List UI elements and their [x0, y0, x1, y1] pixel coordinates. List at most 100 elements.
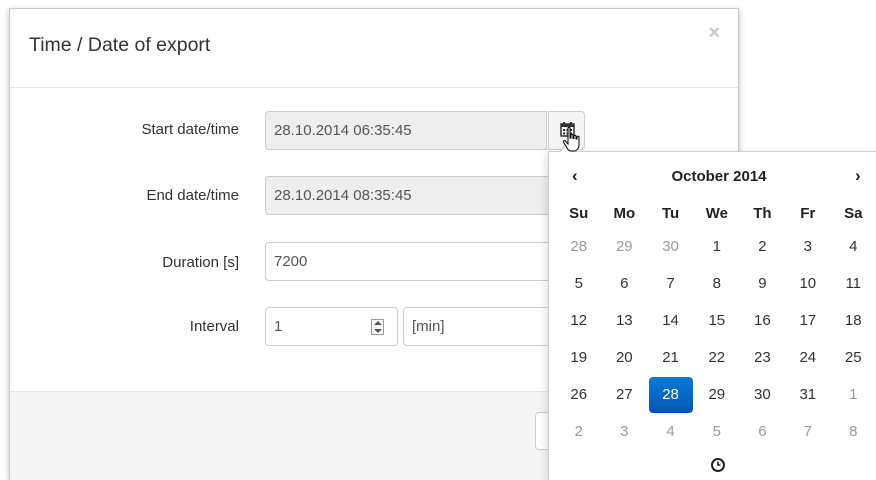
calendar-day-label: 2 [574, 423, 583, 440]
calendar-day[interactable]: 3 [785, 228, 830, 265]
calendar-day[interactable]: 1 [830, 376, 876, 413]
calendar-day[interactable]: 1 [694, 228, 740, 265]
calendar-day[interactable]: 3 [602, 413, 648, 450]
calendar-day-label: 18 [844, 312, 862, 329]
interval-number-input[interactable]: 1 [265, 307, 398, 346]
calendar-day-label: 17 [799, 312, 817, 329]
duration-input[interactable]: 7200 [265, 242, 565, 281]
calendar-day[interactable]: 5 [556, 265, 602, 302]
calendar-day[interactable]: 31 [785, 376, 830, 413]
end-date-input[interactable]: 28.10.2014 08:35:45 [265, 176, 565, 215]
calendar-day-label: 29 [708, 386, 726, 403]
interval-label: Interval [189, 318, 239, 335]
calendar-day-label: 7 [666, 275, 675, 292]
calendar-day[interactable]: 11 [830, 265, 876, 302]
calendar-day-label: 25 [844, 349, 862, 366]
calendar-day[interactable]: 21 [647, 339, 694, 376]
calendar-day[interactable]: 17 [785, 302, 830, 339]
calendar-day[interactable]: 29 [694, 376, 740, 413]
weekday-header: Th [753, 205, 772, 222]
calendar-week-row: 2 3 4 5 6 7 8 [556, 413, 876, 450]
calendar-day[interactable]: 4 [830, 228, 876, 265]
calendar-day[interactable]: 26 [556, 376, 602, 413]
calendar-day[interactable]: 6 [740, 413, 785, 450]
calendar-day[interactable]: 27 [602, 376, 648, 413]
calendar-day-label: 2 [758, 238, 767, 255]
calendar-body: 28 29 30 1 2 3 4 5 6 7 8 9 10 11 12 13 14 15 16 17 18 19 20 21 2… [556, 228, 876, 450]
calendar-day[interactable]: 15 [694, 302, 740, 339]
calendar-day[interactable]: 22 [694, 339, 740, 376]
spinner-arrows-icon[interactable] [371, 319, 384, 335]
calendar-day-label: 16 [754, 312, 771, 329]
calendar-day-label: 1 [849, 386, 858, 403]
datepicker-month-switch[interactable]: October 2014 [549, 168, 876, 185]
calendar-day-label: 12 [570, 312, 588, 329]
end-date-label: End date/time [146, 187, 239, 204]
weekday-header: Su [569, 205, 589, 222]
calendar-day-label: 7 [803, 423, 812, 440]
calendar-day[interactable]: 7 [785, 413, 830, 450]
start-date-label: Start date/time [141, 121, 239, 138]
calendar-day-label: 9 [758, 275, 767, 292]
calendar-day-label: 11 [845, 275, 862, 292]
calendar-day[interactable]: 9 [740, 265, 785, 302]
calendar-day[interactable]: 10 [785, 265, 830, 302]
start-date-input[interactable]: 28.10.2014 06:35:45 [265, 111, 547, 150]
calendar-day[interactable]: 18 [830, 302, 876, 339]
calendar-day-label: 8 [712, 275, 721, 292]
calendar-day[interactable]: 16 [740, 302, 785, 339]
calendar-day[interactable]: 30 [740, 376, 785, 413]
calendar-day-label: 8 [849, 423, 858, 440]
calendar-day[interactable]: 24 [785, 339, 830, 376]
weekday-header: Sa [844, 205, 863, 222]
calendar-day[interactable]: 13 [602, 302, 648, 339]
calendar-day[interactable]: 4 [647, 413, 694, 450]
calendar-day[interactable]: 12 [556, 302, 602, 339]
weekday-header: Fr [800, 205, 816, 222]
duration-label: Duration [s] [162, 254, 239, 271]
calendar-day[interactable]: 2 [556, 413, 602, 450]
calendar-day-label: 6 [620, 275, 629, 292]
calendar-day-label: 1 [712, 238, 721, 255]
calendar-day[interactable]: 8 [830, 413, 876, 450]
close-button[interactable]: × [708, 23, 720, 43]
calendar-day-selected[interactable]: 28 [647, 376, 694, 413]
calendar-day[interactable]: 5 [694, 413, 740, 450]
calendar-day[interactable]: 2 [740, 228, 785, 265]
calendar-day[interactable]: 29 [602, 228, 648, 265]
calendar-day[interactable]: 19 [556, 339, 602, 376]
next-month-button[interactable]: › [855, 166, 861, 186]
hand-cursor-icon [562, 126, 580, 152]
calendar-day[interactable]: 28 [556, 228, 602, 265]
calendar-day-label: 3 [803, 238, 812, 255]
calendar-day[interactable]: 25 [830, 339, 876, 376]
calendar-day-label: 28 [570, 238, 588, 255]
weekday-header: We [705, 205, 728, 222]
calendar-week-row: 5 6 7 8 9 10 11 [556, 265, 876, 302]
calendar-day[interactable]: 23 [740, 339, 785, 376]
calendar-day[interactable]: 14 [647, 302, 694, 339]
calendar-day-label: 31 [799, 386, 817, 403]
clock-icon[interactable] [710, 457, 726, 473]
calendar-day-label: 6 [758, 423, 767, 440]
calendar-day[interactable]: 6 [602, 265, 648, 302]
interval-value: 1 [274, 318, 283, 335]
calendar-day-label: 22 [708, 349, 726, 366]
calendar-day[interactable]: 30 [647, 228, 694, 265]
calendar-day-label: 24 [799, 349, 817, 366]
calendar-day-label: 15 [708, 312, 726, 329]
calendar-day[interactable]: 8 [694, 265, 740, 302]
datepicker-popup: October 2014 ‹ › Su Mo Tu We Th Fr Sa 28 29 30 1 2… [548, 144, 876, 480]
calendar-day[interactable]: 20 [602, 339, 648, 376]
calendar-day[interactable]: 7 [647, 265, 694, 302]
calendar-day-label: 4 [849, 238, 858, 255]
calendar-day-label: 21 [662, 349, 679, 366]
prev-month-button[interactable]: ‹ [572, 166, 578, 186]
interval-unit-select[interactable]: [min] [403, 307, 563, 346]
calendar-grid: Su Mo Tu We Th Fr Sa 28 29 30 1 2 3 4 5 6 7 8 9 10 11 12 13 14… [556, 199, 876, 450]
calendar-day-label: 30 [662, 238, 679, 255]
weekday-header: Tu [661, 205, 680, 222]
calendar-week-row: 19 20 21 22 23 24 25 [556, 339, 876, 376]
modal-header: Time / Date of export × [10, 9, 738, 88]
calendar-day-label: 5 [574, 275, 583, 292]
